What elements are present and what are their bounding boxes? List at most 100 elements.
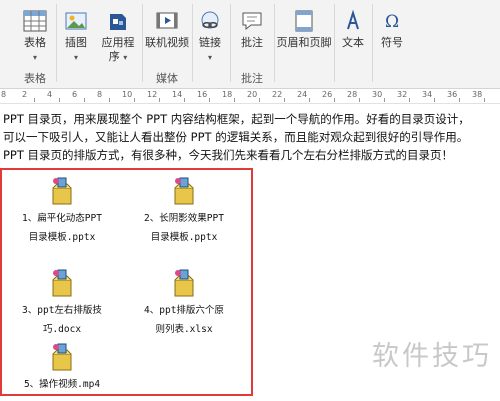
paragraph-line-3: PPT 目录页的排版方式，有很多种，今天我们先来看看几个左右分栏排版方式的目录页… <box>3 148 454 162</box>
embedded-file-4[interactable]: 4、ppt排版六个原 则列表.xlsx <box>124 268 244 336</box>
ruler-number: 4 <box>47 90 53 99</box>
group-divider <box>192 4 193 82</box>
ruler-number: 20 <box>247 90 258 99</box>
ruler-number: 32 <box>397 90 408 99</box>
group-divider <box>142 4 143 82</box>
video-icon <box>156 12 178 29</box>
file-name-line1: 5、操作视频.mp4 <box>23 379 101 390</box>
ruler-number: 6 <box>72 90 78 99</box>
ruler-tick <box>109 98 110 102</box>
header-footer-icon <box>295 10 313 32</box>
table-button[interactable]: 表格 ▾ <box>18 8 52 65</box>
tables-group-label: 表格 <box>24 72 46 85</box>
ruler-tick <box>459 98 460 102</box>
comment-label: 批注 <box>241 36 263 49</box>
ruler-number: 16 <box>197 90 208 99</box>
ruler-number: 36 <box>447 90 458 99</box>
package-icon <box>52 343 72 371</box>
illustrations-label: 插图 <box>65 36 87 49</box>
package-icon <box>174 177 194 205</box>
apps-label: 应用程 <box>101 36 135 49</box>
group-divider <box>372 4 373 82</box>
table-button-label: 表格 <box>24 36 46 49</box>
ruler-tick <box>234 98 235 102</box>
horizontal-ruler[interactable]: 8 2 4 6 8 10 12 14 16 18 20 22 24 26 28 30 32 34 36 38 <box>0 89 500 104</box>
ruler-tick <box>84 98 85 102</box>
link-icon <box>201 11 219 29</box>
ruler-tick <box>34 98 35 102</box>
ruler-number: 38 <box>472 90 483 99</box>
ruler-tick <box>484 98 485 102</box>
illustrations-button[interactable]: 插图 ▾ <box>60 8 92 65</box>
media-group-label: 媒体 <box>156 72 178 85</box>
chevron-down-icon: ▾ <box>123 53 128 62</box>
text-icon <box>347 9 359 30</box>
online-video-button[interactable]: 联机视频 <box>144 8 190 50</box>
group-divider <box>334 4 335 82</box>
embedded-file-2[interactable]: 2、长阴影效果PPT 目录模板.pptx <box>124 176 244 244</box>
comment-icon <box>242 12 262 31</box>
chevron-down-icon: ▾ <box>32 53 37 62</box>
ruler-tick <box>259 98 260 102</box>
symbol-button[interactable]: Ω 符号 <box>376 8 408 50</box>
package-icon <box>52 269 72 297</box>
file-name-line2: 则列表.xlsx <box>155 324 213 335</box>
file-name-line1: 2、长阴影效果PPT <box>144 213 224 224</box>
ruler-number: 18 <box>222 90 233 99</box>
file-name-line2: 目录模板.pptx <box>150 232 218 243</box>
paragraph-line-2: 可以一下吸引人，又能让人看出整份 PPT 的逻辑关系，而且能对观众起到很好的引导… <box>3 130 469 144</box>
ruler-tick <box>409 98 410 102</box>
embedded-file-3[interactable]: 3、ppt左右排版技 巧.docx <box>2 268 122 336</box>
ruler-number: 30 <box>372 90 383 99</box>
ruler-tick <box>309 98 310 102</box>
ruler-number: 14 <box>172 90 183 99</box>
file-name-line2: 巧.docx <box>42 324 82 335</box>
comment-button[interactable]: 批注 <box>236 8 268 50</box>
ruler-tick <box>359 98 360 102</box>
file-name-line1: 1、扁平化动态PPT <box>22 213 102 224</box>
ruler-tick <box>159 98 160 102</box>
picture-icon <box>65 12 87 30</box>
embedded-file-1[interactable]: 1、扁平化动态PPT 目录模板.pptx <box>2 176 122 244</box>
online-video-label: 联机视频 <box>145 36 189 49</box>
ruler-number: 12 <box>147 90 158 99</box>
header-footer-button[interactable]: 页眉和页脚 <box>276 8 332 50</box>
ruler-number: 34 <box>422 90 433 99</box>
insert-ribbon: 表格 ▾ 表格 插图 ▾ 应用程 序 ▾ 联机视频 媒体 链接 ▾ 批注 批注 … <box>0 0 500 89</box>
text-label: 文本 <box>342 36 364 49</box>
group-divider <box>230 4 231 82</box>
embedded-file-5[interactable]: 5、操作视频.mp4 <box>2 342 122 391</box>
chevron-down-icon: ▾ <box>207 53 212 62</box>
ruler-number: 10 <box>122 90 133 99</box>
ruler-tick <box>384 98 385 102</box>
table-icon <box>23 10 47 32</box>
group-divider <box>274 4 275 82</box>
ruler-number: 8 <box>97 90 103 99</box>
ruler-number: 2 <box>22 90 28 99</box>
svg-text:Ω: Ω <box>385 12 399 32</box>
apps-icon <box>110 14 126 30</box>
ruler-number: 24 <box>297 90 308 99</box>
watermark: 软件技巧 <box>372 341 492 372</box>
file-name-line1: 4、ppt排版六个原 <box>144 305 224 316</box>
ruler-number: 26 <box>322 90 333 99</box>
ruler-tick <box>134 98 135 102</box>
package-icon <box>52 177 72 205</box>
file-name-line2: 目录模板.pptx <box>28 232 96 243</box>
link-button[interactable]: 链接 ▾ <box>194 8 226 65</box>
apps-button[interactable]: 应用程 序 ▾ <box>98 8 138 65</box>
ruler-tick <box>284 98 285 102</box>
text-button[interactable]: 文本 <box>336 8 370 50</box>
ruler-left-mark: 8 <box>1 90 7 99</box>
symbol-label: 符号 <box>381 36 403 49</box>
ruler-tick <box>184 98 185 102</box>
paragraph-line-1: PPT 目录页，用来展现整个 PPT 内容结构框架，起到一个导航的作用。好看的目… <box>3 112 470 126</box>
comments-group-label: 批注 <box>241 72 263 85</box>
link-label: 链接 <box>199 36 221 49</box>
apps-label-line2: 序 <box>108 50 120 63</box>
embedded-files-frame: 1、扁平化动态PPT 目录模板.pptx 2、长阴影效果PPT 目录模板.ppt… <box>0 168 253 396</box>
ruler-tick <box>59 98 60 102</box>
ruler-tick <box>334 98 335 102</box>
ruler-number: 22 <box>272 90 283 99</box>
group-divider <box>56 4 57 82</box>
